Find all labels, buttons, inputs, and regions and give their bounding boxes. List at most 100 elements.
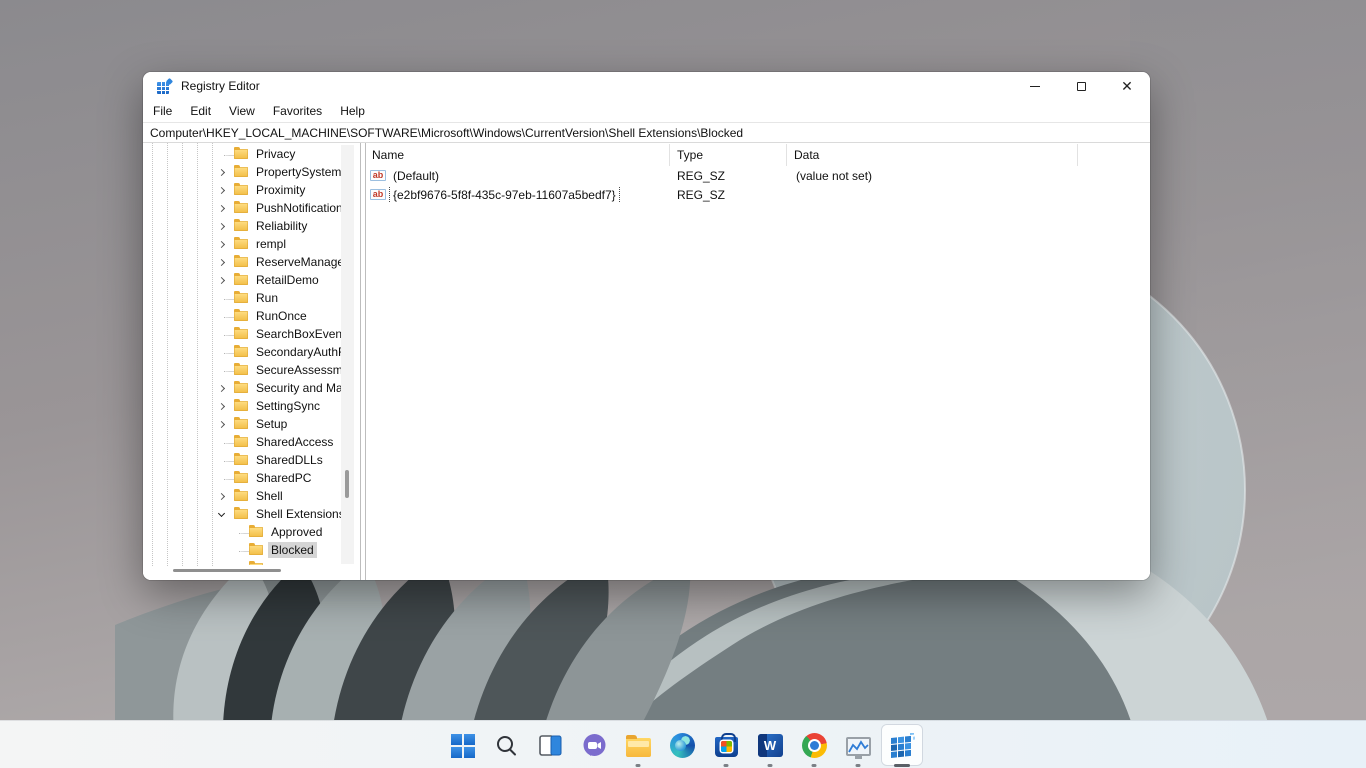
menu-favorites[interactable]: Favorites: [264, 104, 331, 118]
tree-item[interactable]: Shell Extensions: [143, 505, 341, 523]
tree-item[interactable]: [143, 559, 341, 565]
tree-item[interactable]: SharedPC: [143, 469, 341, 487]
tree-item[interactable]: Reliability: [143, 217, 341, 235]
tree-item-label[interactable]: SearchBoxEventA: [253, 326, 341, 342]
folder-icon: [234, 185, 248, 195]
tree-item-label[interactable]: Proximity: [253, 182, 308, 198]
value-row[interactable]: ab{e2bf9676-5f8f-435c-97eb-11607a5bedf7}…: [366, 185, 1150, 204]
tree-item-label[interactable]: Shell: [253, 488, 286, 504]
tree-item[interactable]: PropertySystem: [143, 163, 341, 181]
tree-item-label[interactable]: RetailDemo: [253, 272, 322, 288]
chat-button[interactable]: [574, 721, 614, 768]
tree-item-label[interactable]: SecondaryAuthF: [253, 344, 341, 360]
tree-item[interactable]: Setup: [143, 415, 341, 433]
menu-bar: FileEditViewFavoritesHelp: [143, 100, 1150, 122]
chevron-right-icon[interactable]: [218, 168, 225, 175]
tree-item-label[interactable]: SharedPC: [253, 470, 314, 486]
tree-item[interactable]: SharedAccess: [143, 433, 341, 451]
tree-item-label[interactable]: RunOnce: [253, 308, 310, 324]
file-explorer-button[interactable]: [618, 721, 658, 768]
tree-connector: [224, 461, 234, 462]
chrome-button[interactable]: [794, 721, 834, 768]
task-view-button[interactable]: [530, 721, 570, 768]
tree-item[interactable]: Shell: [143, 487, 341, 505]
chevron-right-icon[interactable]: [218, 492, 225, 499]
chevron-down-icon[interactable]: [218, 509, 225, 516]
tree-horizontal-scrollbar[interactable]: [145, 568, 353, 574]
address-bar[interactable]: Computer\HKEY_LOCAL_MACHINE\SOFTWARE\Mic…: [143, 122, 1150, 143]
tree-item[interactable]: RunOnce: [143, 307, 341, 325]
tree-item-label[interactable]: Run: [253, 290, 281, 306]
registry-editor-taskbar-button[interactable]: [882, 721, 922, 768]
tree-vertical-scrollbar[interactable]: [341, 145, 354, 564]
tree-item-label[interactable]: rempl: [253, 236, 289, 252]
menu-help[interactable]: Help: [331, 104, 374, 118]
chevron-right-icon[interactable]: [218, 186, 225, 193]
folder-icon: [234, 509, 248, 519]
menu-edit[interactable]: Edit: [181, 104, 220, 118]
chevron-right-icon[interactable]: [218, 402, 225, 409]
tree-item-label[interactable]: PropertySystem: [253, 164, 341, 180]
tree-item[interactable]: Run: [143, 289, 341, 307]
tree-item[interactable]: SecondaryAuthF: [143, 343, 341, 361]
maximize-button[interactable]: [1058, 72, 1104, 100]
tree-item[interactable]: ReserveManager: [143, 253, 341, 271]
tree-item-label[interactable]: SecureAssessmen: [253, 362, 341, 378]
column-header-type[interactable]: Type: [670, 144, 787, 166]
column-header-name[interactable]: Name: [366, 144, 670, 166]
tree-item-label[interactable]: Approved: [268, 524, 325, 540]
chevron-right-icon[interactable]: [218, 420, 225, 427]
tree-vertical-scrollbar-thumb[interactable]: [345, 470, 349, 498]
value-row[interactable]: ab(Default)REG_SZ(value not set): [366, 166, 1150, 185]
column-header-data[interactable]: Data: [787, 144, 1078, 166]
store-button[interactable]: [706, 721, 746, 768]
tree-item[interactable]: Blocked: [143, 541, 341, 559]
minimize-button[interactable]: [1012, 72, 1058, 100]
tree-item[interactable]: PushNotification: [143, 199, 341, 217]
folder-icon: [234, 149, 248, 159]
tree-item-label[interactable]: Blocked: [268, 542, 317, 558]
tree-item-label[interactable]: Security and Mai: [253, 380, 341, 396]
tree-item[interactable]: Proximity: [143, 181, 341, 199]
tree-item[interactable]: SharedDLLs: [143, 451, 341, 469]
tree-item-label[interactable]: SharedAccess: [253, 434, 336, 450]
tree-item[interactable]: Security and Mai: [143, 379, 341, 397]
menu-file[interactable]: File: [144, 104, 181, 118]
tree-item[interactable]: SecureAssessmen: [143, 361, 341, 379]
task-manager-button[interactable]: [838, 721, 878, 768]
values-rows: ab(Default)REG_SZ(value not set)ab{e2bf9…: [366, 166, 1150, 204]
tree-item-label[interactable]: Setup: [253, 416, 290, 432]
tree-item-label[interactable]: Shell Extensions: [253, 506, 341, 522]
tree-item-label[interactable]: Privacy: [253, 146, 298, 162]
chevron-right-icon[interactable]: [218, 204, 225, 211]
edge-button[interactable]: [662, 721, 702, 768]
value-name[interactable]: (Default): [390, 168, 442, 184]
close-button[interactable]: ✕: [1104, 72, 1150, 100]
tree-horizontal-scrollbar-thumb[interactable]: [173, 569, 281, 572]
chevron-right-icon[interactable]: [218, 258, 225, 265]
chevron-right-icon[interactable]: [218, 240, 225, 247]
chevron-right-icon[interactable]: [218, 276, 225, 283]
tree-item[interactable]: SearchBoxEventA: [143, 325, 341, 343]
value-name[interactable]: {e2bf9676-5f8f-435c-97eb-11607a5bedf7}: [390, 187, 619, 203]
tree-item[interactable]: RetailDemo: [143, 271, 341, 289]
values-pane[interactable]: Name Type Data ab(Default)REG_SZ(value n…: [365, 143, 1150, 580]
menu-view[interactable]: View: [220, 104, 264, 118]
title-bar[interactable]: Registry Editor ✕: [143, 72, 1150, 100]
tree-item-label[interactable]: ReserveManager: [253, 254, 341, 270]
tree-item[interactable]: SettingSync: [143, 397, 341, 415]
chevron-right-icon[interactable]: [218, 222, 225, 229]
running-indicator: [856, 764, 861, 767]
tree-item[interactable]: rempl: [143, 235, 341, 253]
chevron-right-icon[interactable]: [218, 384, 225, 391]
tree-item-label[interactable]: PushNotification: [253, 200, 341, 216]
tree-item[interactable]: Privacy: [143, 145, 341, 163]
search-button[interactable]: [486, 721, 526, 768]
tree-item-label[interactable]: Reliability: [253, 218, 310, 234]
start-button[interactable]: [442, 721, 482, 768]
tree-item-label[interactable]: SettingSync: [253, 398, 323, 414]
tree-item[interactable]: Approved: [143, 523, 341, 541]
tree-item-label[interactable]: SharedDLLs: [253, 452, 326, 468]
word-button[interactable]: W: [750, 721, 790, 768]
registry-tree-pane[interactable]: Privacy PropertySystem Proximity PushNotifi…: [143, 143, 361, 580]
